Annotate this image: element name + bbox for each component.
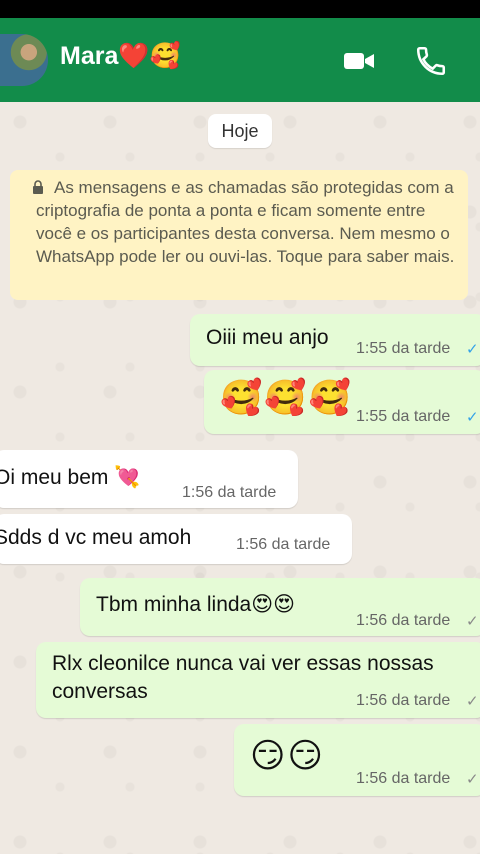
message-text: Sdds d vc meu amoh	[0, 526, 192, 549]
delivered-receipt-icon: ✓	[466, 692, 479, 710]
phone-icon[interactable]	[414, 44, 448, 78]
message-time: 1:56 da tarde	[356, 612, 451, 629]
message-text: 😏😏	[250, 736, 325, 776]
message-time: 1:56 da tarde	[236, 536, 331, 553]
message-text: Oiii meu anjo	[206, 326, 329, 349]
message-time: 1:55 da tarde	[356, 408, 451, 425]
read-receipt-icon: ✓✓	[466, 340, 480, 358]
status-bar	[0, 0, 480, 18]
chat-area[interactable]: Hoje As mensagens e as chamadas são prot…	[0, 102, 480, 854]
message-bubble[interactable]: Sdds d vc meu amoh 1:56 da tarde	[0, 514, 352, 564]
avatar[interactable]	[0, 34, 48, 86]
delivered-receipt-icon: ✓	[466, 770, 479, 788]
message-text: Tbm minha linda😍😍	[96, 593, 296, 616]
message-bubble[interactable]: Oi meu bem 💘 1:56 da tarde	[0, 450, 298, 508]
message-bubble[interactable]: Tbm minha linda😍😍 1:56 da tarde ✓	[80, 578, 480, 636]
message-bubble[interactable]: 😏😏 1:56 da tarde ✓	[234, 724, 480, 796]
encryption-notice[interactable]: As mensagens e as chamadas são protegida…	[10, 170, 468, 300]
message-time: 1:55 da tarde	[356, 340, 451, 357]
message-bubble[interactable]: 🥰🥰🥰 1:55 da tarde ✓✓	[204, 370, 480, 434]
date-chip: Hoje	[208, 114, 272, 148]
chat-header: Mara❤️🥰	[0, 18, 480, 102]
lock-icon	[33, 180, 43, 194]
delivered-receipt-icon: ✓	[466, 612, 479, 630]
video-camera-icon[interactable]	[342, 44, 376, 78]
message-time: 1:56 da tarde	[356, 770, 451, 787]
message-time: 1:56 da tarde	[182, 484, 277, 501]
message-bubble[interactable]: Rlx cleonilce nunca vai ver essas nossas…	[36, 642, 480, 718]
read-receipt-icon: ✓✓	[466, 408, 480, 426]
message-bubble[interactable]: Oiii meu anjo 1:55 da tarde ✓✓	[190, 314, 480, 366]
message-text: Oi meu bem 💘	[0, 466, 141, 489]
contact-name[interactable]: Mara❤️🥰	[60, 42, 181, 71]
encryption-notice-text: As mensagens e as chamadas são protegida…	[36, 178, 455, 266]
message-time: 1:56 da tarde	[356, 692, 451, 709]
message-text: 🥰🥰🥰	[220, 378, 354, 418]
